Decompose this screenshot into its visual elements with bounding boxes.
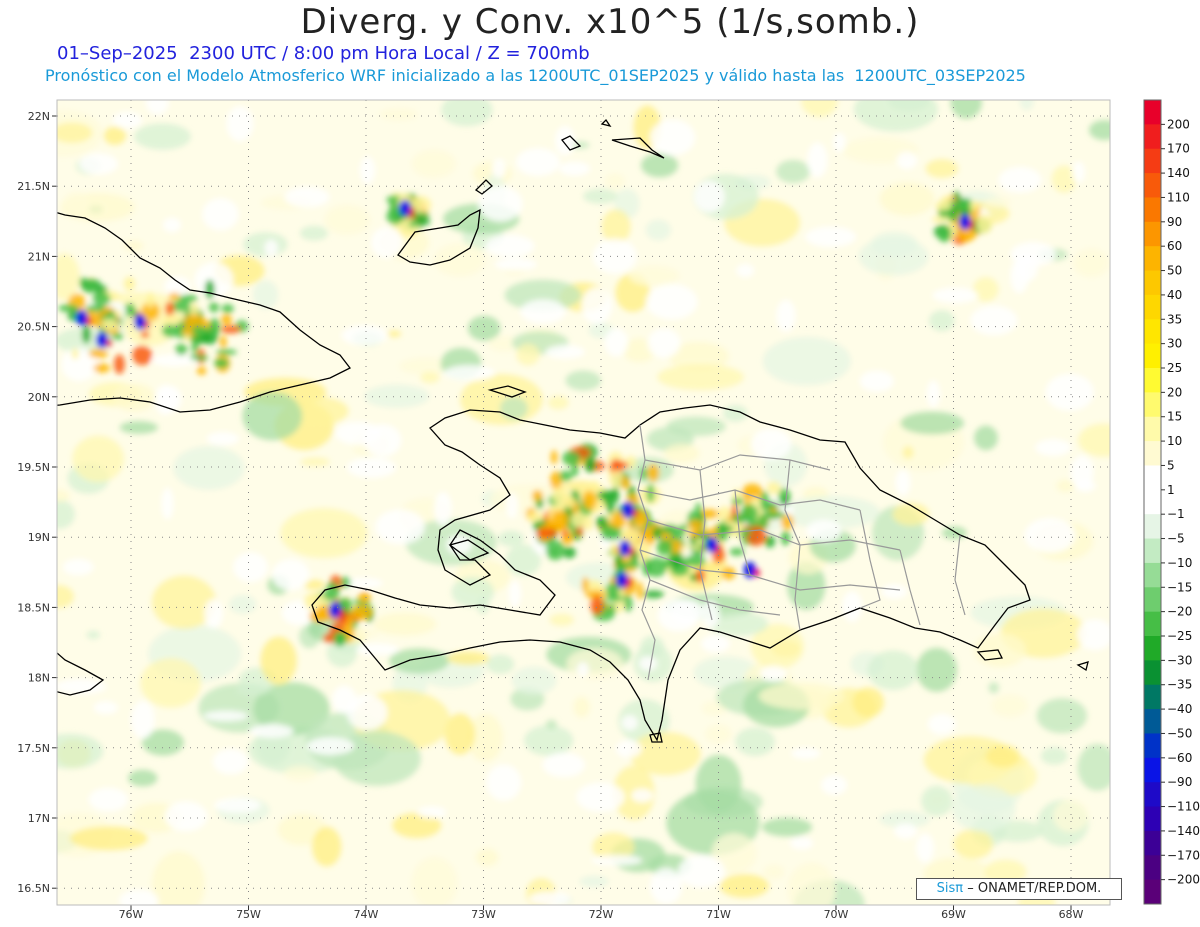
lon-label: 69W: [941, 908, 966, 921]
colorbar-swatch: [1144, 830, 1161, 856]
lon-label: 74W: [354, 908, 379, 921]
colorbar-swatch: [1144, 757, 1161, 783]
map-figure: 22N 21.5N 21N 20.5N 20N 19.5N 19N 18.5N 18N 17.5N…: [17, 99, 1200, 921]
colorbar-label: 15: [1167, 410, 1182, 424]
colorbar-swatch: [1144, 270, 1161, 296]
colorbar-swatch: [1144, 636, 1161, 661]
colorbar-label: 25: [1167, 361, 1182, 375]
colorbar-label: −110: [1167, 800, 1200, 814]
colorbar-swatch: [1144, 538, 1161, 564]
colorbar-swatch: [1144, 855, 1161, 881]
colorbar-label: −10: [1167, 556, 1192, 570]
colorbar-label: 170: [1167, 142, 1190, 156]
credit-text: – ONAMET/REP.DOM.: [967, 881, 1102, 896]
colorbar-label: 40: [1167, 288, 1182, 302]
colorbar-label: −15: [1167, 580, 1192, 594]
colorbar-swatch: [1144, 514, 1161, 540]
colorbar-label: 200: [1167, 117, 1190, 131]
colorbar-label: −170: [1167, 848, 1200, 862]
colorbar-label: −20: [1167, 605, 1192, 619]
lon-label: 73W: [471, 908, 496, 921]
colorbar-label: −25: [1167, 629, 1192, 643]
colorbar-label: 35: [1167, 312, 1182, 326]
colorbar-label: −50: [1167, 726, 1192, 740]
colorbar-swatch: [1144, 124, 1161, 150]
colorbar-swatch: [1144, 416, 1161, 442]
credit-box: Sisπ – ONAMET/REP.DOM.: [916, 878, 1122, 900]
colorbar-label: 50: [1167, 264, 1182, 278]
colorbar-swatch: [1144, 148, 1161, 174]
colorbar-label: 1: [1167, 483, 1175, 497]
sispi-brand: Sisπ: [936, 881, 964, 896]
colorbar-swatch: [1144, 465, 1161, 491]
colorbar-label: 140: [1167, 166, 1190, 180]
lon-label: 72W: [589, 908, 614, 921]
colorbar-swatch: [1144, 709, 1161, 734]
colorbar-label: 5: [1167, 458, 1175, 472]
colorbar-label: 20: [1167, 385, 1182, 399]
colorbar-label: −35: [1167, 678, 1192, 692]
colorbar-swatch: [1144, 221, 1161, 247]
colorbar-label: 10: [1167, 434, 1182, 448]
colorbar-swatch: [1144, 684, 1161, 710]
lat-label: 20.5N: [17, 321, 50, 334]
lat-label: 19.5N: [17, 461, 50, 474]
colorbar-label: −140: [1167, 824, 1200, 838]
colorbar-swatch: [1144, 489, 1161, 515]
colorbar-swatch: [1144, 562, 1161, 588]
colorbar-swatch: [1144, 319, 1161, 345]
colorbar-swatch: [1144, 806, 1161, 832]
lat-label: 18N: [28, 672, 50, 685]
colorbar-label: −200: [1167, 873, 1200, 887]
colorbar-swatch: [1144, 782, 1161, 808]
lat-label: 22N: [28, 110, 50, 123]
colorbar-swatch: [1144, 294, 1161, 320]
colorbar-swatch: [1144, 343, 1161, 369]
lon-label: 75W: [236, 908, 261, 921]
lat-label: 18.5N: [17, 601, 50, 614]
colorbar-label: 110: [1167, 190, 1190, 204]
lat-label: 17.5N: [17, 742, 50, 755]
colorbar-label: −1: [1167, 507, 1185, 521]
colorbar-swatch: [1144, 660, 1161, 686]
colorbar-swatch: [1144, 246, 1161, 272]
colorbar-swatch: [1144, 197, 1161, 223]
lat-label: 21.5N: [17, 180, 50, 193]
colorbar: 200 170 140 110 90 60 50 40 35 30 25 20 15 10 5 1 −1 −5 −1…: [1143, 99, 1200, 905]
lon-label: 76W: [119, 908, 144, 921]
colorbar-swatch: [1144, 100, 1161, 125]
colorbar-swatch: [1144, 587, 1161, 613]
lat-label: 17N: [28, 812, 50, 825]
lon-label: 68W: [1059, 908, 1084, 921]
colorbar-label: −40: [1167, 702, 1192, 716]
colorbar-swatch: [1144, 173, 1161, 198]
colorbar-label: 30: [1167, 337, 1182, 351]
lat-label: 16.5N: [17, 882, 50, 895]
colorbar-label: −5: [1167, 532, 1185, 546]
lon-label: 70W: [824, 908, 849, 921]
colorbar-swatch: [1144, 733, 1161, 759]
colorbar-swatch: [1144, 879, 1161, 905]
colorbar-swatch: [1144, 441, 1161, 466]
colorbar-label: 60: [1167, 239, 1182, 253]
lon-label: 71W: [706, 908, 731, 921]
colorbar-label: −30: [1167, 653, 1192, 667]
lat-label: 19N: [28, 531, 50, 544]
lat-label: 21N: [28, 250, 50, 263]
colorbar-swatch: [1144, 392, 1161, 418]
lat-label: 20N: [28, 391, 50, 404]
colorbar-label: 90: [1167, 215, 1182, 229]
colorbar-label: −90: [1167, 775, 1192, 789]
colorbar-label: −60: [1167, 751, 1192, 765]
colorbar-swatch: [1144, 368, 1161, 393]
colorbar-swatch: [1144, 611, 1161, 637]
